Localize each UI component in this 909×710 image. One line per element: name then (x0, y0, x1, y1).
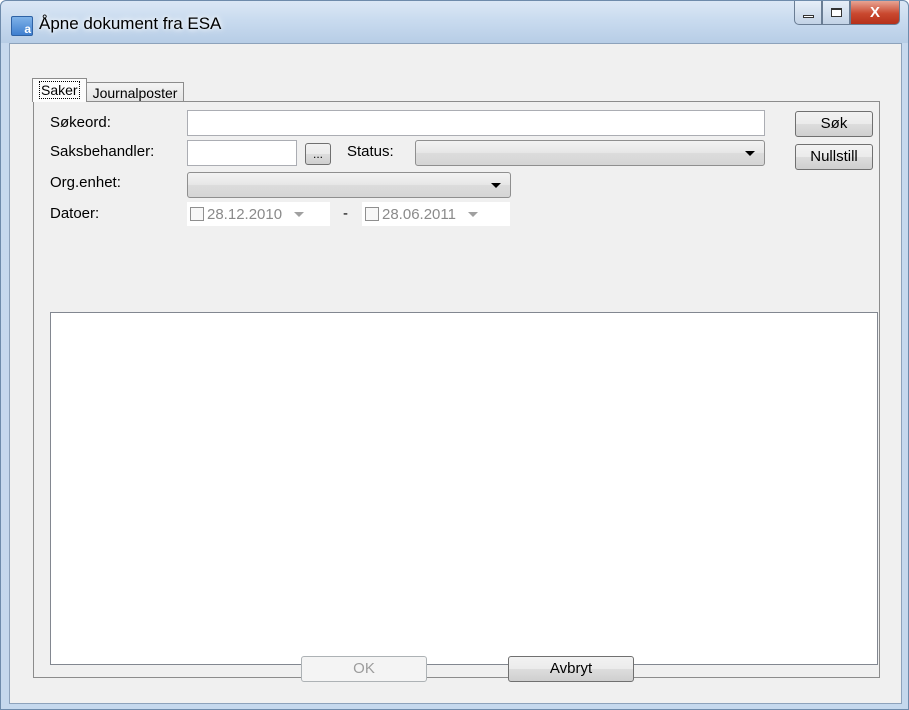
search-input[interactable] (187, 110, 765, 136)
maximize-button[interactable] (822, 1, 850, 25)
tab-journalposter-label: Journalposter (92, 85, 178, 101)
tab-journalposter[interactable]: Journalposter (85, 82, 185, 102)
handler-input[interactable] (187, 140, 297, 166)
dialog-client-area: Saker Journalposter Søkeord: Søk Saksbeh… (9, 43, 902, 704)
caption-buttons: X (794, 1, 900, 27)
tab-saker-label: Saker (39, 81, 80, 99)
date-from-picker[interactable]: 28.12.2010 (187, 202, 305, 226)
dates-label: Datoer: (50, 205, 100, 222)
title-bar[interactable]: Åpne dokument fra ESA X (1, 1, 908, 43)
date-to-picker[interactable]: 28.06.2011 (362, 202, 478, 226)
ok-button[interactable]: OK (301, 656, 427, 682)
date-to-checkbox[interactable] (365, 207, 379, 221)
search-button[interactable]: Søk (795, 111, 873, 137)
date-to-value: 28.06.2011 (382, 205, 456, 223)
results-list[interactable] (50, 312, 878, 665)
status-label: Status: (347, 143, 394, 160)
org-dropdown[interactable] (187, 172, 511, 198)
status-dropdown[interactable] (415, 140, 765, 166)
cancel-button[interactable]: Avbryt (508, 656, 634, 682)
app-icon (11, 16, 33, 36)
maximize-icon (830, 8, 842, 17)
reset-button[interactable]: Nullstill (795, 144, 873, 170)
org-label: Org.enhet: (50, 174, 121, 191)
close-icon: X (869, 4, 880, 21)
chevron-down-icon (491, 183, 501, 188)
minimize-icon (802, 15, 814, 18)
handler-label: Saksbehandler: (50, 143, 155, 160)
minimize-button[interactable] (794, 1, 822, 25)
search-label: Søkeord: (50, 114, 111, 131)
date-from-checkbox[interactable] (190, 207, 204, 221)
close-button[interactable]: X (850, 1, 900, 25)
tab-panel-saker: Søkeord: Søk Saksbehandler: ... Status: … (33, 101, 880, 678)
window-title: Åpne dokument fra ESA (39, 14, 222, 33)
date-separator: - (343, 205, 348, 222)
handler-browse-button[interactable]: ... (305, 143, 331, 165)
chevron-down-icon (467, 211, 478, 217)
tab-strip: Saker Journalposter (32, 78, 185, 102)
tab-saker[interactable]: Saker (32, 78, 87, 102)
chevron-down-icon (294, 211, 305, 217)
date-from-value: 28.12.2010 (207, 205, 283, 223)
dialog-window: Åpne dokument fra ESA X Saker Journalpos… (0, 0, 909, 710)
chevron-down-icon (745, 151, 755, 156)
